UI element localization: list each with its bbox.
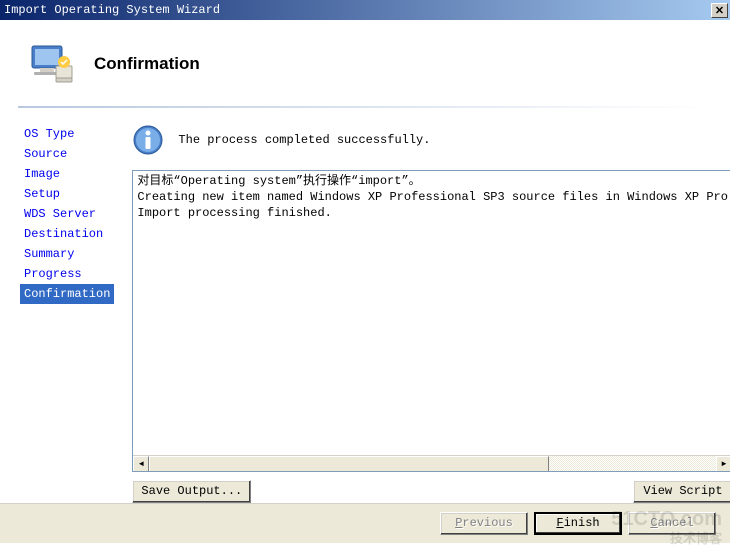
horizontal-scrollbar[interactable]: ◄ ► — [133, 455, 730, 471]
wizard-body: OS Type Source Image Setup WDS Server De… — [0, 108, 730, 503]
sidebar-item-setup[interactable]: Setup — [20, 184, 114, 204]
wizard-footer: Previous Finish Cancel — [0, 503, 730, 543]
finish-button[interactable]: Finish — [534, 512, 622, 535]
wizard-content: Confirmation OS Type Source Image Setup … — [0, 20, 730, 555]
scroll-thumb[interactable] — [149, 456, 549, 472]
page-title: Confirmation — [94, 54, 200, 74]
close-icon: ✕ — [715, 4, 724, 17]
wizard-header: Confirmation — [0, 21, 730, 106]
wizard-icon — [28, 40, 76, 88]
sidebar-item-source[interactable]: Source — [20, 144, 114, 164]
close-button[interactable]: ✕ — [711, 3, 728, 18]
status-message: The process completed successfully. — [178, 133, 430, 147]
cancel-button: Cancel — [628, 512, 716, 535]
scroll-right-icon[interactable]: ► — [716, 456, 730, 472]
status-row: The process completed successfully. — [132, 122, 730, 170]
titlebar: Import Operating System Wizard ✕ — [0, 0, 730, 20]
sidebar-item-summary[interactable]: Summary — [20, 244, 114, 264]
sidebar-item-os-type[interactable]: OS Type — [20, 124, 114, 144]
log-line: 对目标“Operating system”执行操作“import”。 — [137, 173, 728, 189]
sidebar-item-destination[interactable]: Destination — [20, 224, 114, 244]
log-line: Creating new item named Windows XP Profe… — [137, 189, 728, 205]
info-icon — [132, 124, 164, 156]
scroll-left-icon[interactable]: ◄ — [133, 456, 149, 472]
sidebar-item-image[interactable]: Image — [20, 164, 114, 184]
save-output-button[interactable]: Save Output... — [132, 480, 251, 503]
previous-button: Previous — [440, 512, 528, 535]
sidebar-item-progress[interactable]: Progress — [20, 264, 114, 284]
sidebar-item-confirmation[interactable]: Confirmation — [20, 284, 114, 304]
sidebar-item-wds-server[interactable]: WDS Server — [20, 204, 114, 224]
window-title: Import Operating System Wizard — [4, 3, 711, 17]
wizard-main: The process completed successfully. 对目标“… — [124, 122, 730, 503]
scroll-track[interactable] — [149, 456, 716, 471]
wizard-steps-sidebar: OS Type Source Image Setup WDS Server De… — [14, 122, 124, 503]
log-output[interactable]: 对目标“Operating system”执行操作“import”。 Creat… — [132, 170, 730, 472]
view-script-button[interactable]: View Script — [633, 480, 730, 503]
mid-button-row: Save Output... View Script — [132, 472, 730, 503]
log-line: Import processing finished. — [137, 205, 728, 221]
